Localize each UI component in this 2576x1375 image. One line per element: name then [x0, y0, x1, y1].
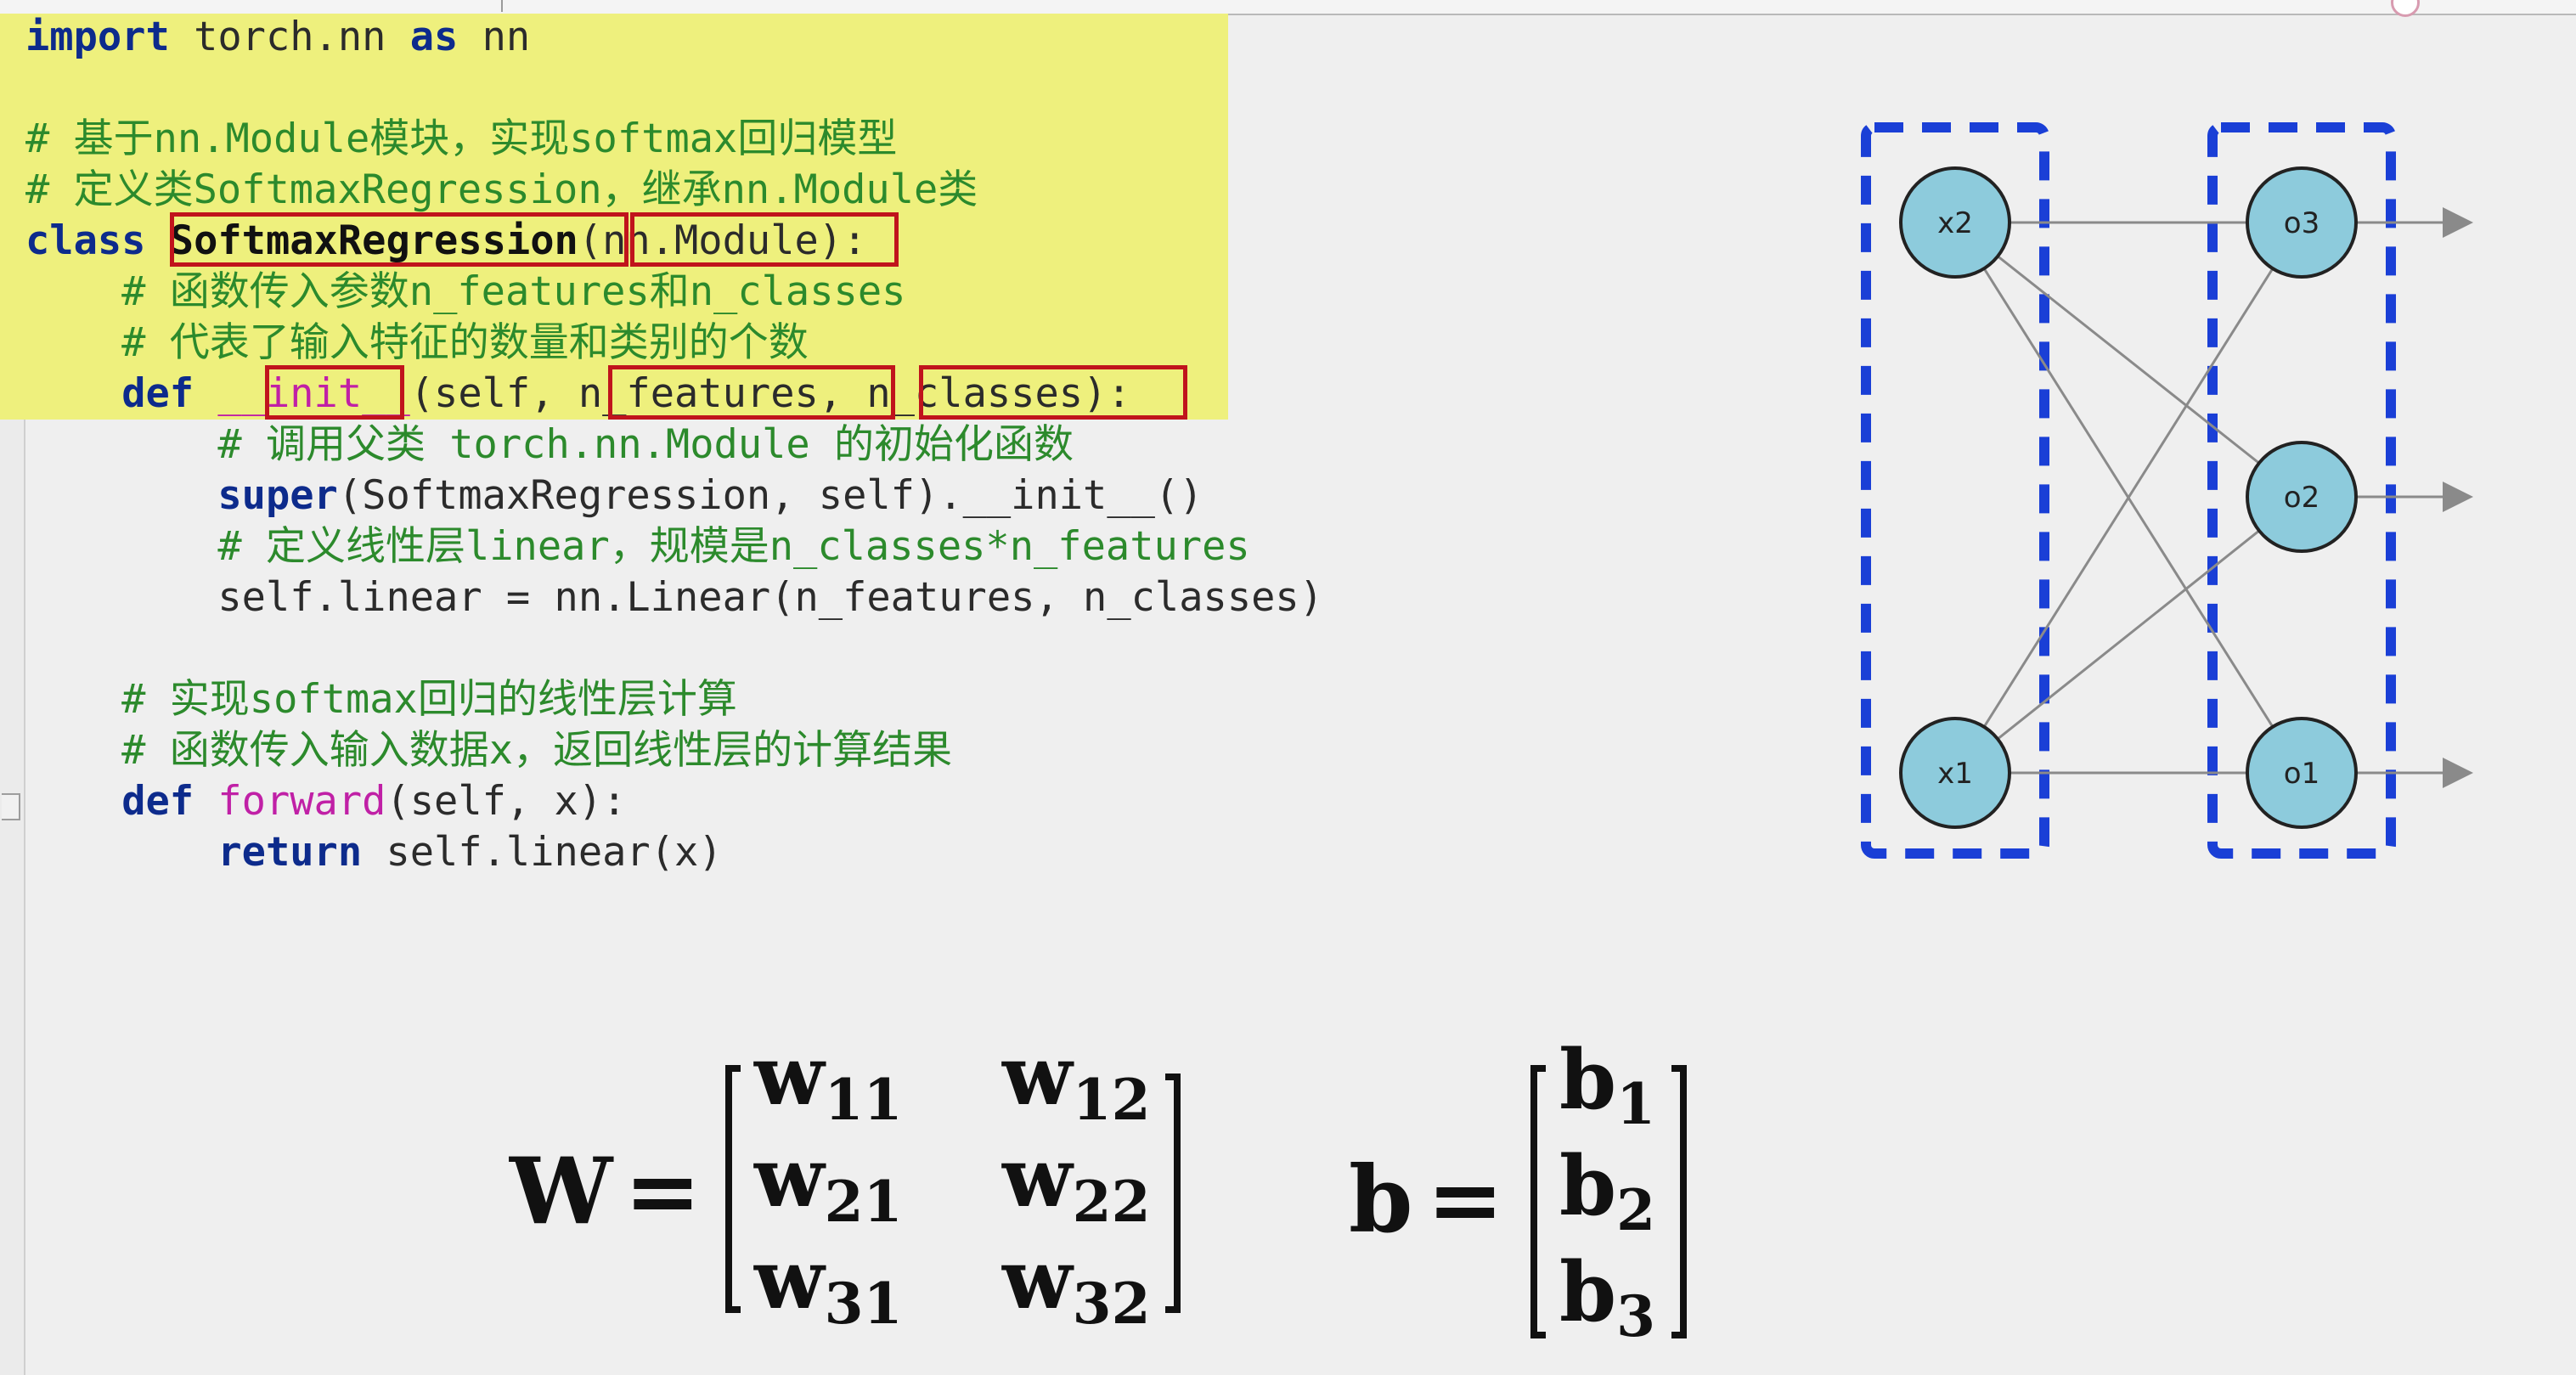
entry-subscript: 22	[1073, 1169, 1151, 1235]
entry-symbol: w	[753, 1130, 826, 1226]
entry-subscript: 11	[825, 1067, 903, 1133]
left-bracket-b	[1530, 1065, 1546, 1338]
right-bracket-w	[1165, 1074, 1181, 1313]
weight-matrix-symbol: W	[509, 1138, 614, 1245]
right-bracket-b	[1671, 1065, 1687, 1338]
matrix-entry: w12	[1001, 1028, 1151, 1133]
entry-symbol: w	[1001, 1130, 1074, 1226]
bias-vector-symbol: b	[1349, 1147, 1413, 1254]
left-bracket-w	[725, 1065, 741, 1313]
matrix-entry: b2	[1559, 1138, 1655, 1243]
parameter-formula: W = w11 w12w21 w22w31 w32 b = b1b2b3	[509, 1028, 1687, 1350]
entry-subscript: 21	[825, 1169, 903, 1235]
entry-symbol: w	[1001, 1028, 1074, 1124]
entry-subscript: 31	[825, 1271, 903, 1337]
entry-symbol: b	[1559, 1244, 1616, 1340]
entry-symbol: b	[1559, 1138, 1616, 1234]
matrix-entry: w22	[1001, 1130, 1151, 1235]
equals-sign-bias: =	[1427, 1147, 1504, 1254]
entry-subscript: 1	[1616, 1071, 1655, 1137]
matrix-entry: b1	[1559, 1032, 1655, 1137]
entry-subscript: 32	[1073, 1271, 1151, 1337]
matrix-entry: w21	[753, 1130, 903, 1235]
entry-symbol: w	[1001, 1231, 1074, 1327]
entry-symbol: w	[753, 1231, 826, 1327]
entry-subscript: 12	[1073, 1067, 1151, 1133]
matrix-entry: w11	[753, 1028, 903, 1133]
entry-symbol: b	[1559, 1032, 1616, 1128]
entry-subscript: 2	[1616, 1177, 1655, 1243]
matrix-entry: w31	[753, 1231, 903, 1337]
equals-sign: =	[624, 1138, 702, 1245]
matrix-entry: w32	[1001, 1231, 1151, 1337]
matrix-entry: b3	[1559, 1244, 1655, 1350]
entry-subscript: 3	[1616, 1283, 1655, 1350]
entry-symbol: w	[753, 1028, 826, 1124]
